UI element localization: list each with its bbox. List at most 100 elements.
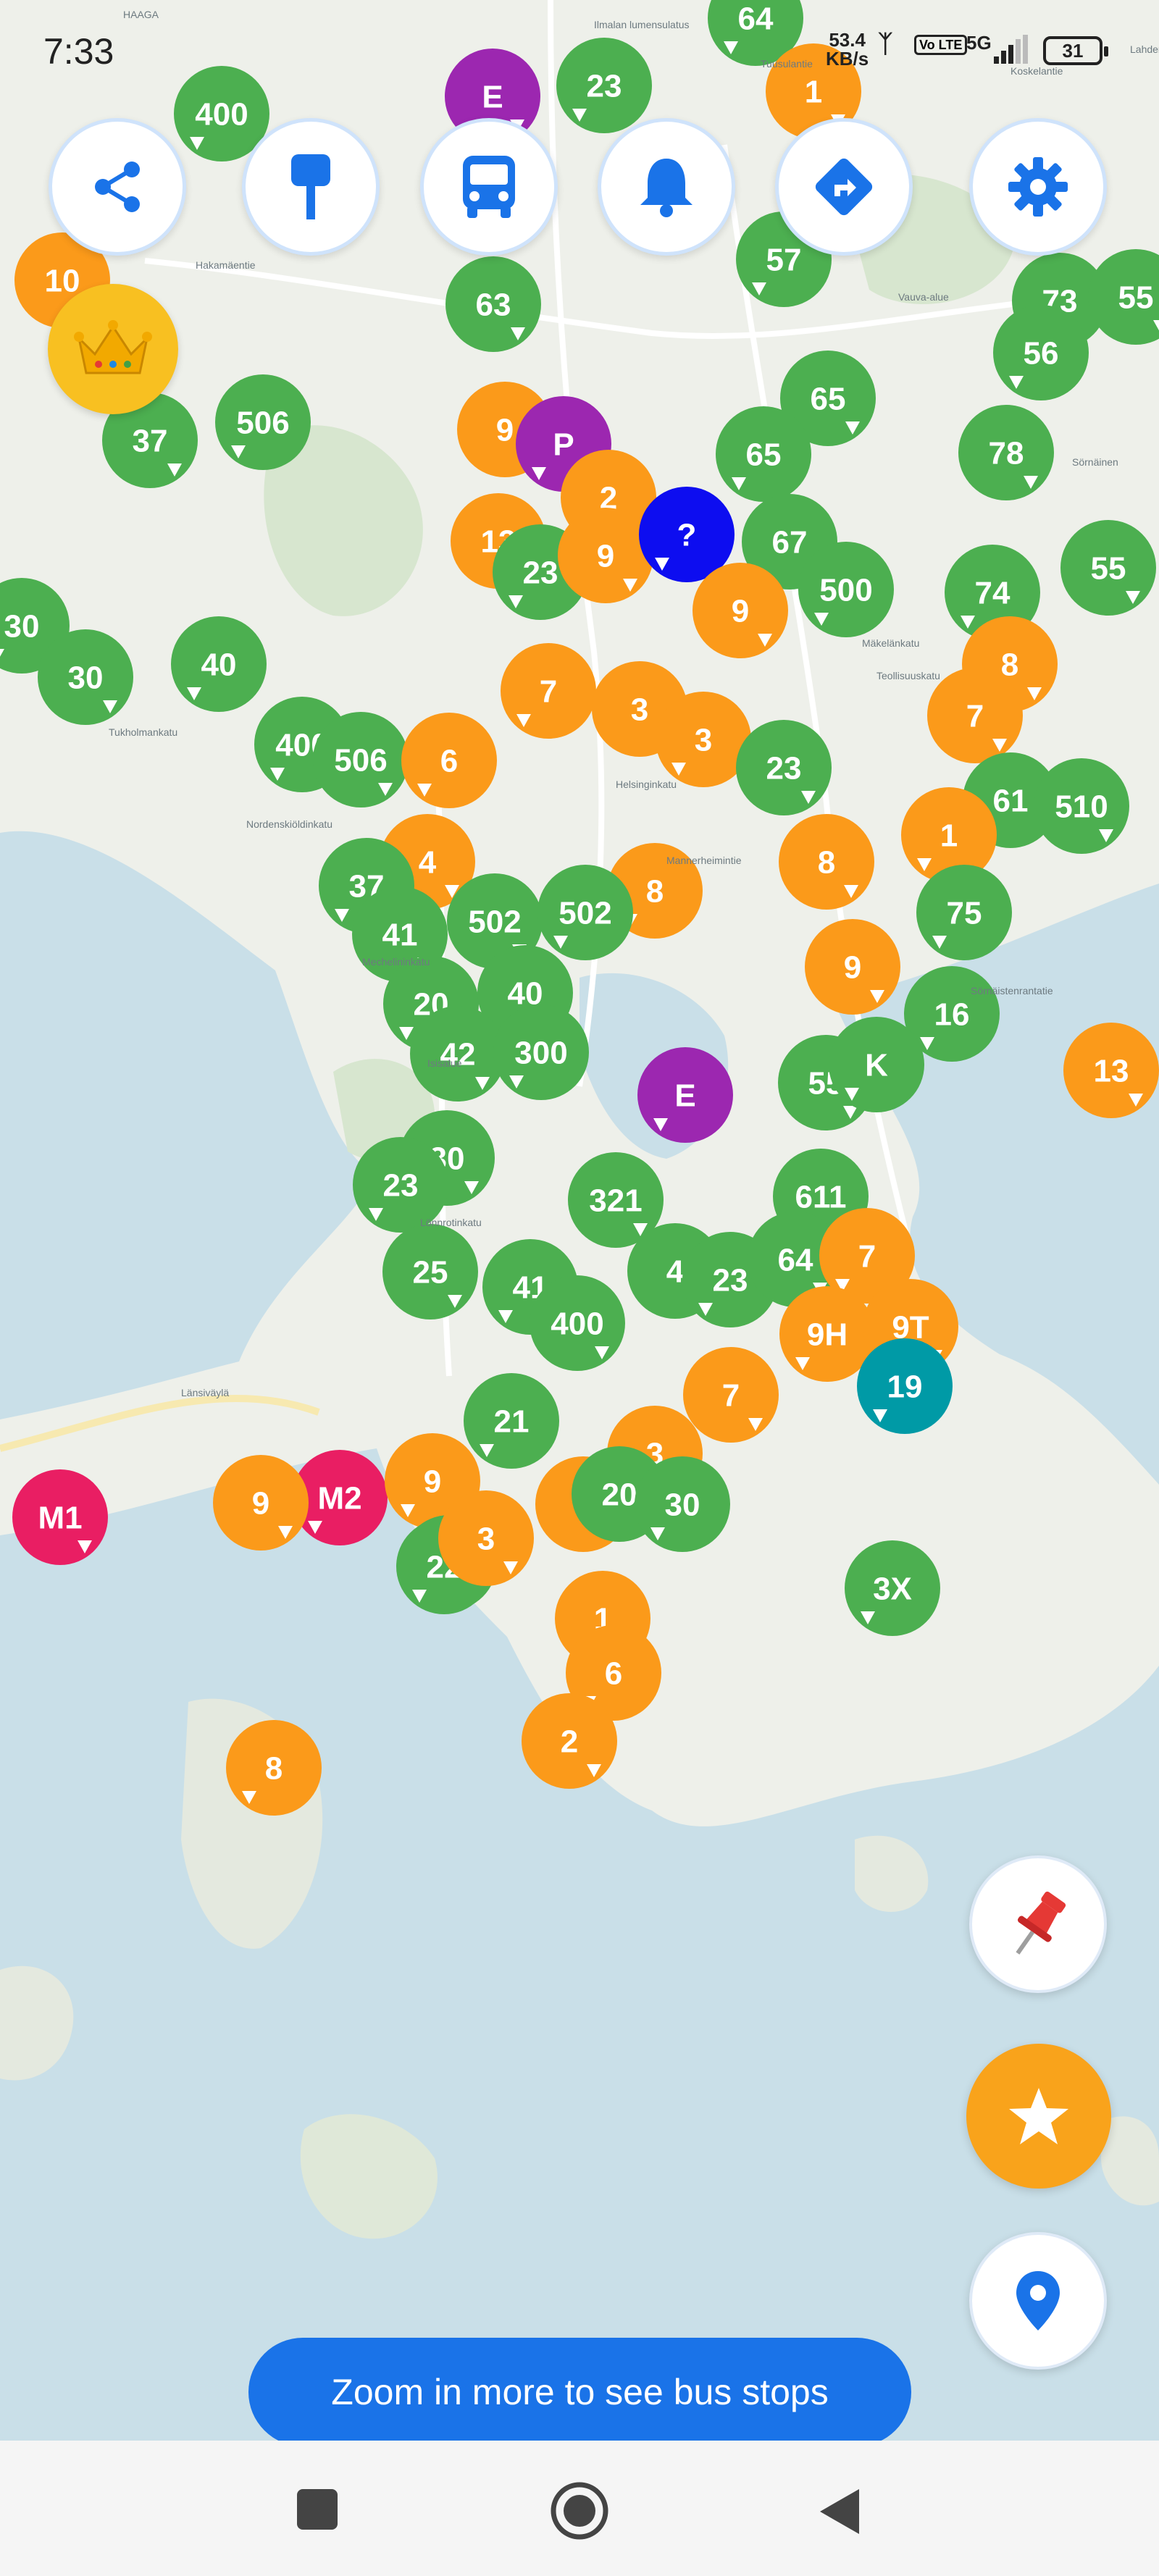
route-marker-label: 20 [602,1477,637,1512]
route-marker[interactable]: 9H [779,1286,875,1382]
route-marker-label: 8 [818,844,835,880]
map-place-label: Isisalue [427,1057,462,1069]
bus-stop-button[interactable] [242,118,380,256]
route-marker[interactable]: 6 [401,713,497,808]
route-marker[interactable]: K [829,1017,924,1112]
route-marker[interactable]: 7 [501,643,596,739]
route-marker[interactable]: 9 [213,1455,309,1551]
route-marker[interactable]: 78 [958,405,1054,500]
route-marker[interactable]: 25 [382,1224,478,1320]
route-marker-label: 67 [772,524,808,560]
route-marker-label: 3 [631,692,648,727]
route-marker[interactable]: 400 [530,1275,625,1371]
route-marker[interactable]: 56 [993,305,1089,400]
route-marker[interactable]: 2 [522,1693,617,1789]
route-marker-label: 8 [1001,647,1018,682]
route-marker[interactable]: 55 [1060,520,1156,616]
status-bar: 7:33 53.4 KB/s ᛉ Vo LTE 5G 31 [0,0,1159,109]
route-marker[interactable]: 500 [798,542,894,637]
map-place-label: Mäkelänkatu [862,637,920,649]
route-marker[interactable]: M1 [12,1469,108,1565]
route-marker[interactable]: 8 [779,814,874,910]
route-marker[interactable]: 65 [716,406,811,502]
route-marker[interactable]: 40 [171,616,267,712]
route-marker-label: 23 [383,1167,419,1203]
route-marker[interactable]: 21 [464,1373,559,1469]
map-place-label: Mechelininkatu [362,956,430,968]
route-marker-label: 8 [265,1750,283,1786]
route-marker[interactable]: 75 [916,865,1012,960]
home-icon [551,2482,608,2540]
route-marker[interactable]: 3X [845,1540,940,1636]
route-marker-label: M2 [317,1480,361,1516]
map-place-label: Lönnrotinkatu [420,1217,482,1228]
premium-button[interactable] [48,284,178,414]
route-marker-label: 40 [201,647,237,682]
route-marker[interactable]: 506 [313,712,409,807]
route-marker-label: 506 [334,742,387,778]
map-canvas[interactable]: 64E 23 1400105763 73 555637506 9 P6565 7821323 9… [0,0,1159,2576]
route-marker[interactable]: 300 [493,1004,589,1100]
route-marker-label: 30 [665,1487,700,1522]
my-location-button[interactable] [969,2232,1107,2370]
location-icon [1016,2271,1060,2330]
route-marker[interactable]: 9 [805,919,900,1015]
route-marker-label: 4 [666,1254,685,1289]
gear-icon [1008,157,1068,217]
network-speed-value: 53.4 [829,29,866,51]
recents-button[interactable] [296,2488,339,2535]
battery-indicator: 31 [1043,36,1108,65]
route-marker[interactable]: 19 [857,1338,953,1434]
favorites-button[interactable] [966,2044,1111,2189]
route-marker-label: 78 [989,435,1024,471]
back-button[interactable] [817,2488,861,2539]
route-marker[interactable]: 63 [445,256,541,352]
route-marker[interactable]: 9 [558,508,653,603]
route-marker-label: 506 [236,405,289,440]
route-marker-label: 3 [477,1521,495,1556]
route-marker[interactable]: 42 [410,1006,506,1102]
route-marker[interactable]: 23 [736,720,832,815]
zoom-hint-banner[interactable]: Zoom in more to see bus stops [248,2338,911,2446]
route-marker[interactable]: 7 [927,668,1023,763]
route-marker-label: 9 [252,1485,269,1521]
share-button[interactable] [49,118,186,256]
notifications-button[interactable] [598,118,735,256]
directions-icon [815,158,873,216]
route-marker[interactable]: 506 [215,374,311,470]
route-marker-label: 502 [468,904,521,939]
route-marker-label: 21 [494,1404,530,1439]
route-marker-label: 9 [424,1464,441,1499]
route-marker-label: 30 [4,608,40,644]
map-place-label: Hakamäentie [196,259,256,271]
route-marker[interactable]: 3 [438,1490,534,1586]
route-marker-label: E [674,1078,695,1113]
route-marker-label: 9 [597,538,614,574]
recents-icon [297,2489,338,2530]
route-marker[interactable]: 30 [635,1456,730,1552]
route-marker[interactable]: E [637,1047,733,1143]
bluetooth-icon: ᛉ [878,30,893,58]
back-icon [820,2489,859,2534]
route-marker[interactable]: 13 [1063,1023,1159,1118]
directions-button[interactable] [775,118,913,256]
route-marker[interactable]: 8 [226,1720,322,1816]
route-marker-label: 9 [844,949,861,985]
route-marker-label: 30 [68,660,104,695]
route-marker[interactable]: 502 [537,865,633,960]
route-marker[interactable]: 30 [38,629,133,725]
route-marker-label: 16 [934,997,970,1032]
route-marker-label: 64 [778,1242,813,1277]
bus-button[interactable] [420,118,558,256]
route-marker[interactable]: 510 [1034,758,1129,854]
home-button[interactable] [549,2480,610,2545]
volte-badge: Vo LTE [914,35,968,55]
route-marker-label: 55 [1118,280,1154,315]
route-marker[interactable]: 9 [693,563,788,658]
route-marker[interactable]: 7 [683,1347,779,1443]
share-icon [95,161,140,212]
pin-button[interactable] [969,1855,1107,1993]
map-place-label: Länsiväylä [181,1387,230,1398]
settings-button[interactable] [969,118,1107,256]
route-marker-label: 510 [1055,789,1108,824]
